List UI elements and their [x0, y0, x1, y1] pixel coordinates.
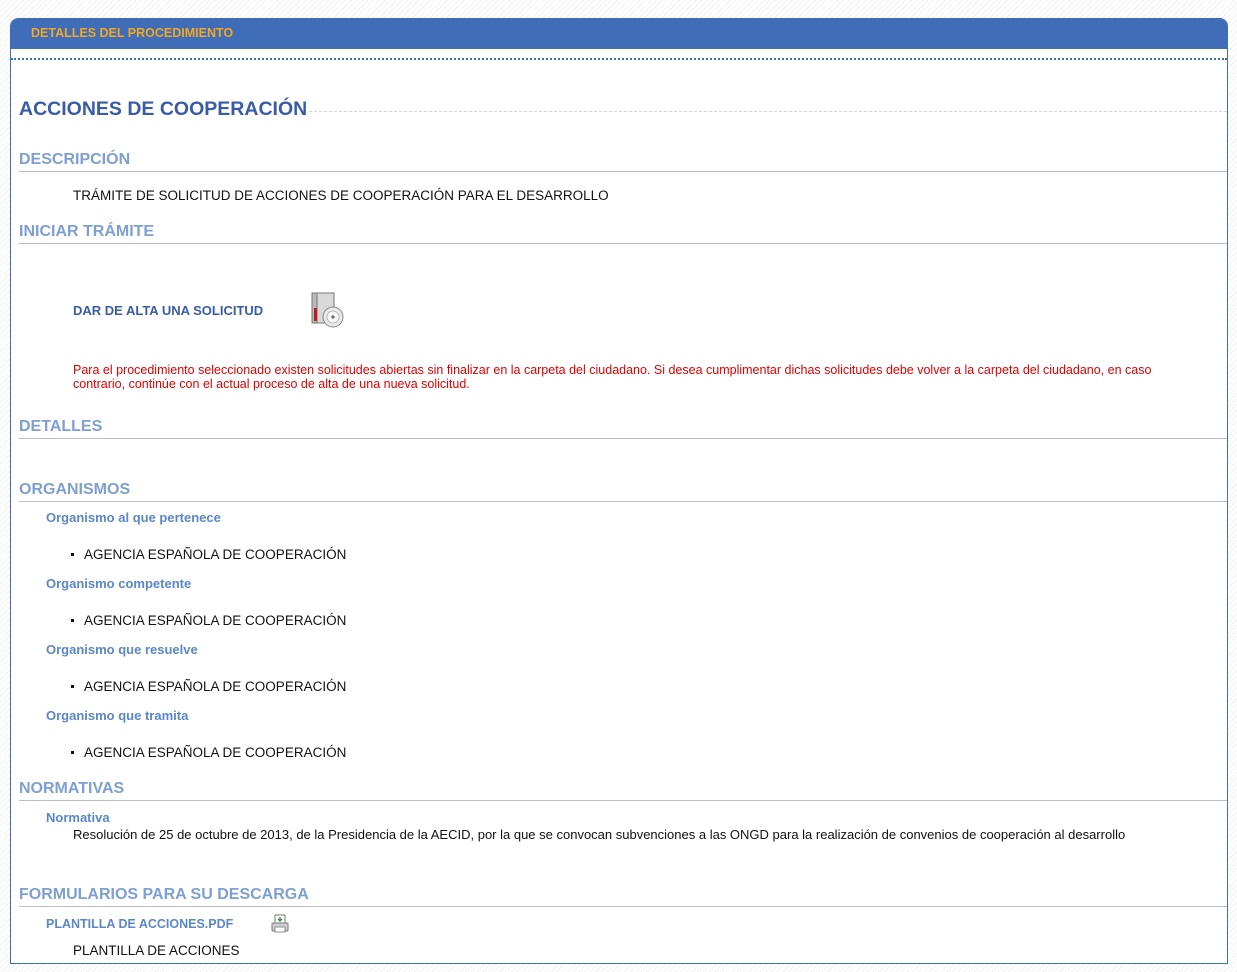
organismo-label: Organismo competente — [46, 576, 192, 591]
dar-de-alta-link[interactable]: DAR DE ALTA UNA SOLICITUD — [73, 303, 263, 318]
plantilla-description: PLANTILLA DE ACCIONES — [73, 943, 240, 958]
section-iniciar-tramite: INICIAR TRÁMITE — [19, 223, 1227, 244]
plantilla-pdf-link[interactable]: PLANTILLA DE ACCIONES.PDF — [46, 917, 233, 931]
bullet-dot — [71, 552, 74, 556]
organismo-label: Organismo que tramita — [46, 708, 189, 723]
procedure-title-row: ACCIONES DE COOPERACIÓN — [19, 98, 1227, 121]
bullet-dot — [71, 684, 74, 688]
normativa-label: Normativa — [46, 810, 110, 825]
section-formularios: FORMULARIOS PARA SU DESCARGA — [19, 886, 1227, 907]
procedure-details-panel: DETALLES DEL PROCEDIMIENTO ACCIONES DE C… — [10, 18, 1228, 964]
cd-case-icon[interactable] — [307, 290, 345, 330]
normativa-text: Resolución de 25 de octubre de 2013, de … — [73, 827, 1126, 842]
organismo-item: AGENCIA ESPAÑOLA DE COOPERACIÓN — [71, 547, 346, 562]
organismo-item: AGENCIA ESPAÑOLA DE COOPERACIÓN — [71, 679, 346, 694]
panel-header: DETALLES DEL PROCEDIMIENTO — [11, 19, 1227, 49]
descripcion-text: TRÁMITE DE SOLICITUD DE ACCIONES DE COOP… — [73, 188, 609, 203]
section-organismos: ORGANISMOS — [19, 481, 1227, 502]
organismo-label: Organismo que resuelve — [46, 642, 198, 657]
organismo-value: AGENCIA ESPAÑOLA DE COOPERACIÓN — [84, 547, 347, 562]
organismo-value: AGENCIA ESPAÑOLA DE COOPERACIÓN — [84, 745, 347, 760]
section-normativas: NORMATIVAS — [19, 780, 1227, 801]
section-detalles: DETALLES — [19, 418, 1227, 439]
organismo-item: AGENCIA ESPAÑOLA DE COOPERACIÓN — [71, 745, 346, 760]
header-divider — [11, 58, 1227, 60]
organismo-label: Organismo al que pertenece — [46, 510, 221, 525]
bullet-dot — [71, 750, 74, 754]
organismo-item: AGENCIA ESPAÑOLA DE COOPERACIÓN — [71, 613, 346, 628]
organismo-value: AGENCIA ESPAÑOLA DE COOPERACIÓN — [84, 613, 347, 628]
bullet-dot — [71, 618, 74, 622]
printer-download-icon[interactable] — [271, 914, 289, 933]
procedure-title: ACCIONES DE COOPERACIÓN — [19, 98, 308, 120]
open-requests-warning: Para el procedimiento seleccionado exist… — [73, 363, 1152, 391]
title-divider — [309, 111, 1227, 112]
organismo-value: AGENCIA ESPAÑOLA DE COOPERACIÓN — [84, 679, 347, 694]
section-descripcion: DESCRIPCIÓN — [19, 151, 1227, 172]
